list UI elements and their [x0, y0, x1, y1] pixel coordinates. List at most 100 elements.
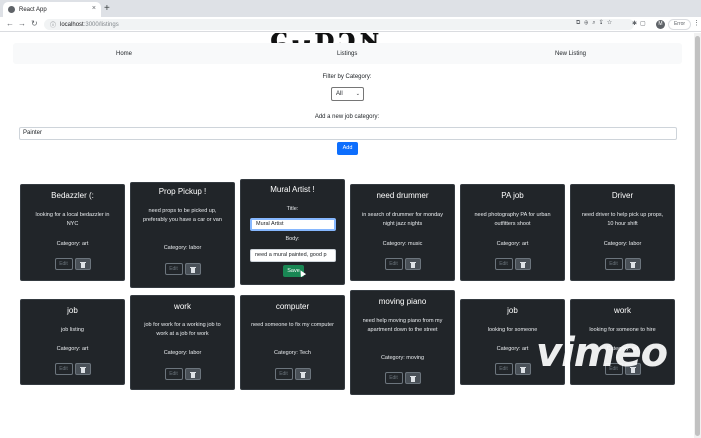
listing-category: Category: Tech — [274, 350, 311, 356]
listing-title: Bedazzler (: — [51, 191, 94, 200]
page-viewport: ɕᴗᴅᴐɴ Home Listings New Listing Filter b… — [0, 33, 701, 438]
listing-body: job for work for a working job to work a… — [144, 322, 221, 337]
trash-icon — [189, 372, 196, 378]
category-filter-select[interactable]: All ⌄ — [331, 87, 364, 101]
listing-category: Category: labor — [163, 350, 202, 356]
listing-category: Category: art — [56, 241, 89, 247]
delete-button[interactable] — [404, 258, 421, 270]
trash-icon — [189, 267, 196, 273]
new-tab-button[interactable]: + — [104, 3, 110, 15]
listing-title: work — [614, 306, 631, 315]
delete-button[interactable] — [404, 372, 421, 384]
body-edit-input[interactable]: need a mural painted, good p — [250, 249, 336, 262]
navbar: Home Listings New Listing — [13, 43, 682, 64]
extensions-icon[interactable]: ✱▢ — [632, 20, 649, 27]
trash-icon — [409, 376, 416, 382]
edit-button[interactable]: Edit — [274, 368, 293, 380]
nav-listings[interactable]: Listings — [337, 51, 357, 57]
edit-button[interactable]: Edit — [164, 368, 183, 380]
listing-card: need drummer in search of drummer for mo… — [350, 184, 455, 281]
chevron-down-icon: ⌄ — [355, 91, 360, 97]
listing-title: job — [67, 306, 78, 315]
nav-new-listing[interactable]: New Listing — [555, 51, 586, 57]
listing-card-editing: Mural Artist ! Title: Mural Artist Body:… — [240, 179, 345, 285]
listing-title: Driver — [611, 191, 634, 200]
edit-button[interactable]: Edit — [164, 263, 183, 275]
listing-category: Category: moving — [380, 355, 425, 361]
profile-avatar[interactable]: M — [656, 20, 665, 29]
delete-button[interactable] — [294, 368, 311, 380]
forward-arrow-icon[interactable]: → — [18, 19, 26, 29]
listing-card: Driver need driver to help pick up props… — [570, 184, 675, 281]
tab-title: React App — [19, 6, 47, 13]
listing-body: need props to be picked up, preferably y… — [143, 208, 222, 223]
browser-tab[interactable]: React App × — [3, 2, 101, 17]
edit-button[interactable]: Edit — [54, 363, 73, 375]
delete-button[interactable] — [184, 368, 201, 380]
edit-button[interactable]: Edit — [494, 363, 513, 375]
address-bar[interactable]: ⓘ localhost:3000/listings — [44, 19, 634, 30]
listing-body: need help moving piano from my apartment… — [362, 318, 443, 333]
scrollbar-thumb[interactable] — [695, 36, 700, 436]
back-arrow-icon[interactable]: ← — [6, 19, 14, 29]
nav-home[interactable]: Home — [116, 51, 132, 57]
listing-title: computer — [275, 302, 310, 311]
trash-icon — [629, 262, 636, 268]
listing-title: need drummer — [376, 191, 429, 200]
add-category-button[interactable]: Add — [337, 142, 358, 155]
trash-icon — [519, 367, 526, 373]
url-path: :3000/listings — [83, 21, 119, 28]
delete-button[interactable] — [74, 258, 91, 270]
omnibox-action-icons[interactable]: ⧉⊕⌕⇪☆ — [576, 20, 616, 27]
listing-card: job job listing Category: art Edit — [20, 299, 125, 385]
trash-icon — [79, 367, 86, 373]
delete-button[interactable] — [514, 363, 531, 375]
add-category-label: Add a new job category: — [314, 114, 380, 120]
listing-body: looking for a local bedazzler in NYC — [35, 212, 110, 227]
vimeo-watermark: vimeo — [536, 330, 668, 376]
listing-body: in search of drummer for monday night ja… — [361, 212, 443, 227]
edit-button[interactable]: Edit — [54, 258, 73, 270]
body-field-label: Body: — [285, 236, 300, 242]
listing-category: Category: art — [496, 241, 529, 247]
title-edit-input[interactable]: Mural Artist — [250, 218, 336, 231]
title-field-label: Title: — [286, 206, 299, 212]
trash-icon — [299, 372, 306, 378]
tab-close-icon[interactable]: × — [92, 5, 96, 12]
listing-card: moving piano need help moving piano from… — [350, 290, 455, 395]
listing-card: Prop Pickup ! need props to be picked up… — [130, 182, 235, 288]
listing-card: work job for work for a working job to w… — [130, 295, 235, 390]
react-favicon-icon — [8, 6, 15, 13]
browser-menu-icon[interactable]: ⋮ — [693, 19, 700, 27]
listing-body: need someone to fix my computer — [251, 322, 334, 328]
category-filter-value: All — [336, 91, 343, 97]
listing-card: computer need someone to fix my computer… — [240, 295, 345, 390]
listing-category: Category: music — [382, 241, 423, 247]
site-info-icon[interactable]: ⓘ — [50, 20, 56, 29]
edit-button[interactable]: Edit — [384, 372, 403, 384]
delete-button[interactable] — [184, 263, 201, 275]
new-category-input[interactable]: Painter — [19, 127, 677, 140]
listing-title: Prop Pickup ! — [158, 187, 207, 196]
edit-button[interactable]: Edit — [494, 258, 513, 270]
listing-body: need photography PA for urban outfitters… — [474, 212, 551, 227]
delete-button[interactable] — [514, 258, 531, 270]
listing-body: job listing — [61, 327, 84, 333]
reload-icon[interactable]: ↻ — [31, 19, 38, 29]
delete-button[interactable] — [74, 363, 91, 375]
listing-title: moving piano — [378, 297, 427, 306]
listing-title: PA job — [501, 191, 524, 200]
error-button[interactable]: Error — [668, 19, 691, 30]
browser-tab-bar: React App × + — [0, 0, 701, 17]
trash-icon — [519, 262, 526, 268]
listing-title: job — [507, 306, 518, 315]
url-host: localhost — [60, 21, 84, 28]
listing-category: Category: labor — [163, 245, 202, 251]
listing-card: Bedazzler (: looking for a local bedazzl… — [20, 184, 125, 281]
delete-button[interactable] — [624, 258, 641, 270]
trash-icon — [409, 262, 416, 268]
edit-button[interactable]: Edit — [384, 258, 403, 270]
edit-button[interactable]: Edit — [604, 258, 623, 270]
listing-category: Category: labor — [603, 241, 642, 247]
listing-category: Category: art — [56, 346, 89, 352]
